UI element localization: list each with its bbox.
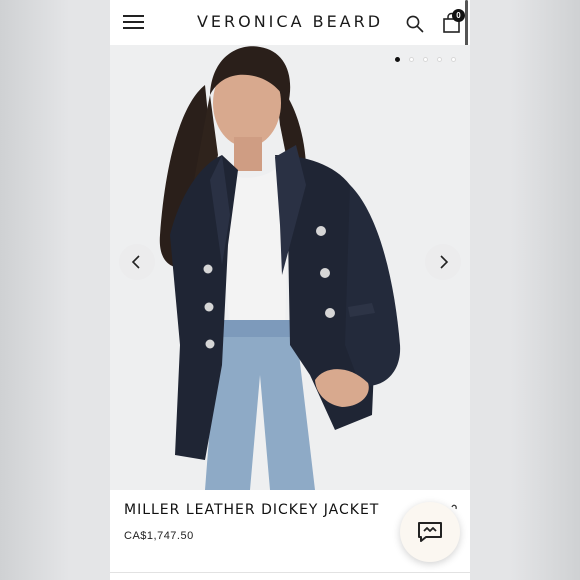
carousel-pagination	[395, 57, 456, 62]
chevron-left-icon	[131, 255, 140, 269]
carousel-dot[interactable]	[437, 57, 442, 62]
cart-count-badge: 0	[452, 9, 465, 22]
product-image-carousel[interactable]	[110, 45, 470, 490]
carousel-dot[interactable]	[423, 57, 428, 62]
chat-button[interactable]	[400, 502, 460, 562]
brand-logo[interactable]: VERONICA BEARD	[170, 12, 410, 31]
carousel-next-button[interactable]	[425, 244, 461, 280]
carousel-prev-button[interactable]	[119, 244, 155, 280]
chevron-right-icon	[440, 255, 449, 269]
site-header: VERONICA BEARD 0	[110, 0, 470, 45]
product-photo	[110, 45, 470, 490]
product-name: MILLER LEATHER DICKEY JACKET	[124, 502, 380, 518]
carousel-dot[interactable]	[451, 57, 456, 62]
search-icon[interactable]	[406, 15, 424, 33]
mobile-page: VERONICA BEARD 0 MILLER LEATHER DICKEY J…	[110, 0, 470, 580]
screenshot-frame: VERONICA BEARD 0 MILLER LEATHER DICKEY J…	[0, 0, 580, 580]
chat-icon	[418, 522, 442, 542]
carousel-dot[interactable]	[395, 57, 400, 62]
divider	[110, 572, 470, 573]
carousel-dot[interactable]	[409, 57, 414, 62]
hamburger-menu-icon[interactable]	[123, 15, 144, 29]
product-price: CA$1,747.50	[124, 530, 194, 542]
